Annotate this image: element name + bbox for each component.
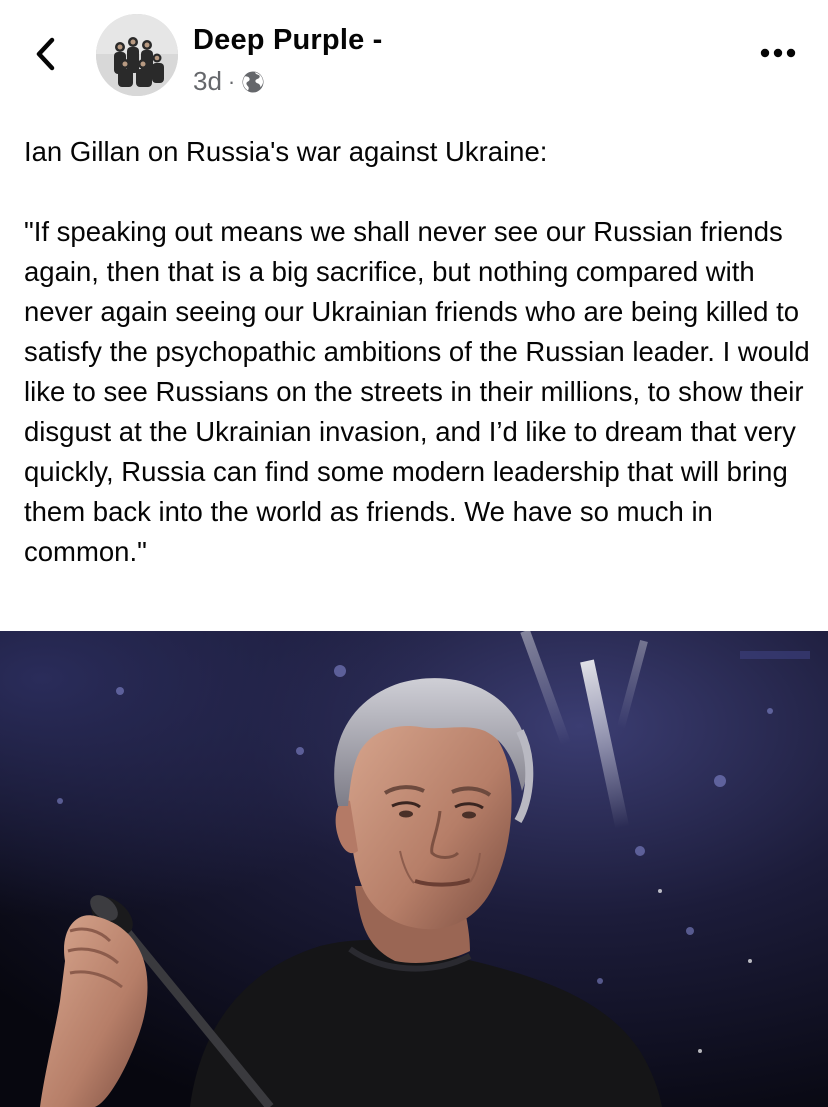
singer-on-stage-image <box>0 631 828 1107</box>
post-intro-text: Ian Gillan on Russia's war against Ukrai… <box>24 136 548 167</box>
back-button[interactable] <box>28 36 64 72</box>
post-photo[interactable] <box>0 631 828 1107</box>
avatar[interactable] <box>96 14 178 96</box>
band-photo-avatar <box>96 14 178 96</box>
post-quote-text: "If speaking out means we shall never se… <box>24 216 810 567</box>
page-name-link[interactable]: Deep Purple - <box>193 24 383 57</box>
post-header: Deep Purple - 3d · <box>0 0 828 110</box>
more-options-button[interactable] <box>758 38 798 68</box>
post-text: Ian Gillan on Russia's war against Ukrai… <box>24 132 814 572</box>
globe-icon <box>242 71 264 92</box>
post-meta: 3d · <box>193 66 265 97</box>
meta-separator: · <box>227 68 236 94</box>
chevron-left-icon <box>36 37 55 71</box>
post-timestamp[interactable]: 3d <box>193 66 222 97</box>
more-horizontal-icon <box>760 48 796 58</box>
post-screen: Deep Purple - 3d · Ian Gillan on Russia'… <box>0 0 828 1107</box>
